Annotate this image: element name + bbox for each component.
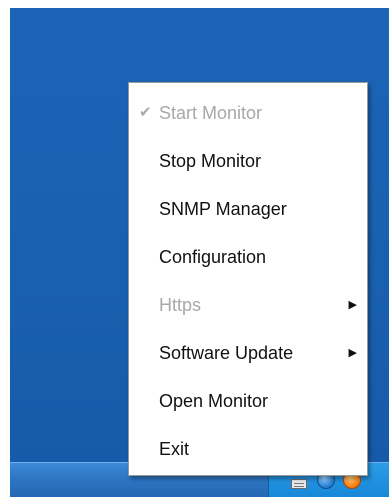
menu-item-label: Start Monitor: [159, 103, 263, 123]
menu-item-label: Exit: [159, 439, 190, 459]
menu-item-label: Stop Monitor: [159, 151, 262, 171]
menu-item-snmp-manager[interactable]: SNMP Manager: [129, 185, 367, 233]
menu-item-https[interactable]: Https ▶: [129, 281, 367, 329]
checkmark-icon: ✔: [139, 104, 152, 121]
menu-item-label: Configuration: [159, 247, 267, 267]
menu-item-label: SNMP Manager: [159, 199, 287, 219]
submenu-arrow-icon: ▶: [348, 347, 357, 359]
menu-item-label: Open Monitor: [159, 391, 269, 411]
menu-item-label: Software Update: [159, 343, 294, 363]
menu-item-software-update[interactable]: Software Update ▶: [129, 329, 367, 377]
menu-item-open-monitor[interactable]: Open Monitor: [129, 377, 367, 425]
menu-item-stop-monitor[interactable]: Stop Monitor: [129, 137, 367, 185]
menu-item-start-monitor[interactable]: ✔ Start Monitor: [129, 89, 367, 137]
tray-context-menu: ✔ Start Monitor Stop Monitor SNMP Manage…: [128, 82, 368, 476]
menu-item-exit[interactable]: Exit: [129, 425, 367, 473]
keyboard-icon[interactable]: [291, 479, 307, 489]
menu-item-configuration[interactable]: Configuration: [129, 233, 367, 281]
desktop: ✔ Start Monitor Stop Monitor SNMP Manage…: [10, 8, 389, 497]
submenu-arrow-icon: ▶: [348, 299, 357, 311]
menu-item-label: Https: [159, 295, 202, 315]
